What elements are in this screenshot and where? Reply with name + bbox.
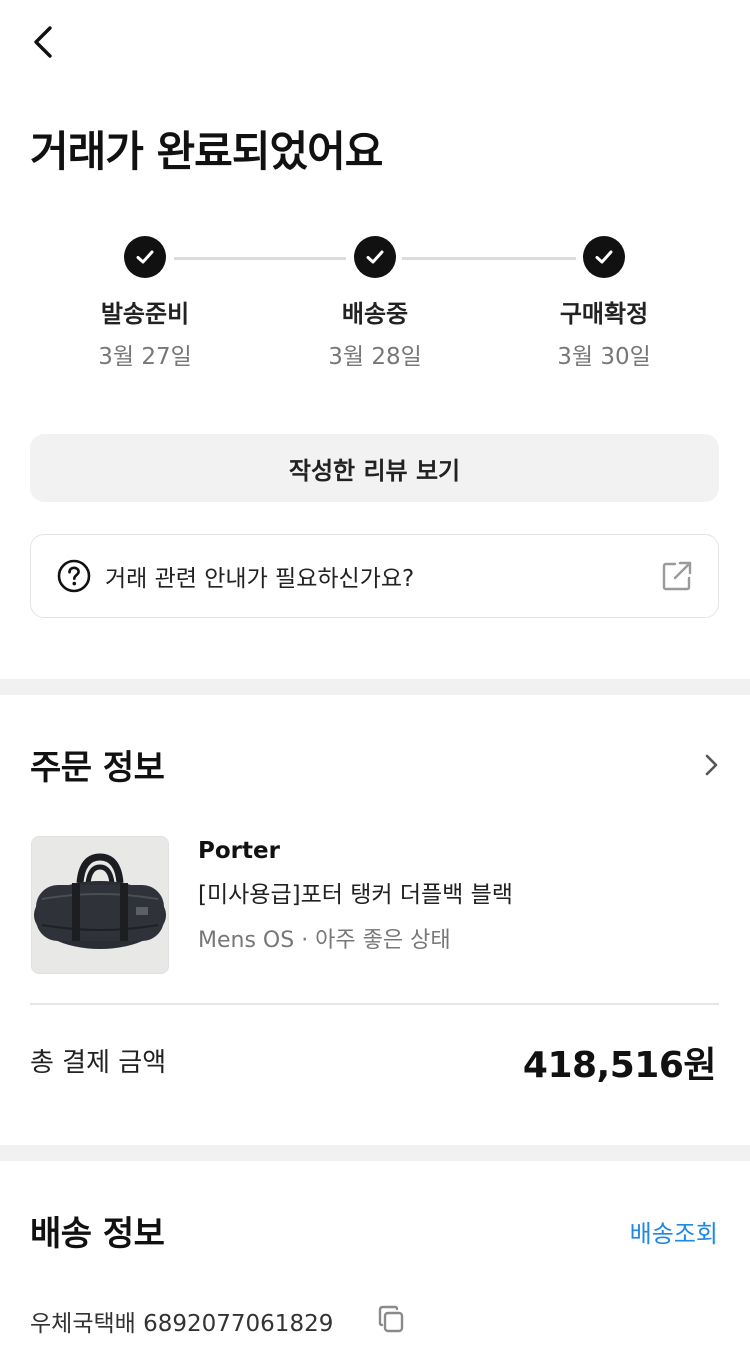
product-image[interactable] — [31, 836, 169, 974]
check-icon — [354, 236, 396, 278]
step-shipping: 배송중 3월 28일 — [265, 236, 485, 371]
back-arrow-icon[interactable] — [24, 22, 64, 62]
step-label: 구매확정 — [559, 300, 649, 328]
step-date: 3월 30일 — [557, 344, 651, 370]
question-circle-icon — [57, 559, 91, 593]
product-name[interactable]: [미사용급]포터 탱커 더플백 블랙 — [198, 875, 513, 909]
external-link-icon — [662, 561, 692, 591]
product-brand: Porter — [198, 838, 280, 864]
step-label: 배송중 — [341, 300, 409, 328]
step-date: 3월 27일 — [98, 344, 192, 370]
shipping-info-title: 배송 정보 — [30, 1214, 165, 1254]
order-info-title: 주문 정보 — [30, 748, 165, 788]
chevron-right-icon[interactable] — [700, 752, 722, 778]
total-payment-value: 418,516원 — [522, 1045, 717, 1086]
progress-steps: 발송준비 3월 27일 배송중 3월 28일 구매확정 3월 30일 — [0, 236, 750, 386]
step-label: 발송준비 — [100, 300, 190, 328]
check-icon — [583, 236, 625, 278]
order-divider — [30, 1003, 719, 1005]
courier-tracking-number: 우체국택배 6892077061829 — [30, 1311, 334, 1337]
section-divider — [0, 679, 750, 695]
trade-help-link[interactable]: 거래 관련 안내가 필요하신가요? — [30, 534, 719, 618]
total-payment-label: 총 결제 금액 — [30, 1048, 167, 1078]
help-text: 거래 관련 안내가 필요하신가요? — [105, 566, 415, 592]
step-date: 3월 28일 — [328, 344, 422, 370]
section-divider — [0, 1145, 750, 1161]
view-review-button[interactable]: 작성한 리뷰 보기 — [30, 434, 719, 502]
track-shipment-link[interactable]: 배송조회 — [630, 1214, 718, 1249]
step-confirmed: 구매확정 3월 30일 — [494, 236, 714, 371]
step-ready: 발송준비 3월 27일 — [35, 236, 255, 371]
duffle-bag-image — [32, 837, 168, 973]
page-title: 거래가 완료되었어요 — [30, 127, 383, 176]
top-bar — [0, 0, 750, 90]
check-icon — [124, 236, 166, 278]
copy-icon[interactable] — [376, 1304, 406, 1334]
product-meta: Mens OS · 아주 좋은 상태 — [198, 928, 451, 953]
